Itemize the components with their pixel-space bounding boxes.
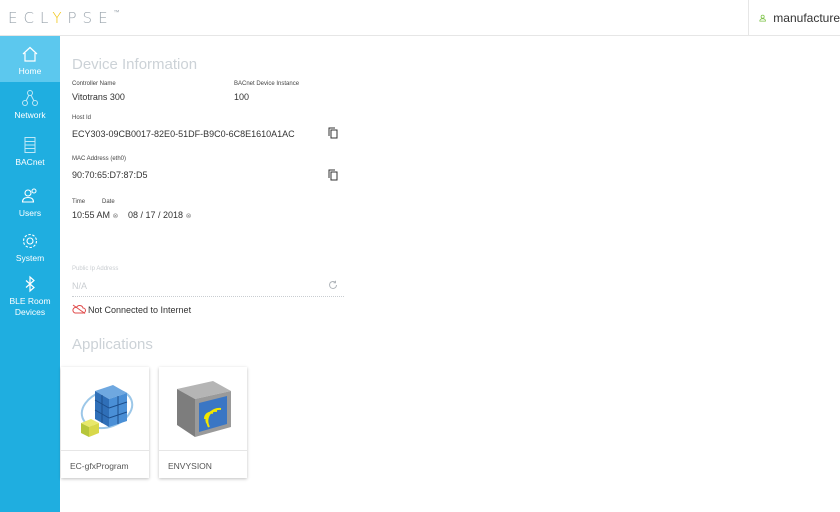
user-icon [759,14,766,22]
copy-host-id-icon[interactable] [328,127,338,139]
device-information-title: Device Information [72,56,198,73]
time-label: Time [72,199,86,205]
app-label: EC-gfxProgram [70,461,129,471]
sidebar-item-home[interactable]: Home [0,36,60,82]
date-label: Date [102,199,115,205]
bluetooth-icon [25,275,35,293]
host-id-value: ECY303-09CB0017-82E0-51DF-B9C0-6C8E1610A… [72,129,295,139]
clear-time-icon[interactable]: ⊗ [113,213,119,220]
envysion-logo-icon [177,381,231,437]
sidebar: Home Network BACnet Users System BLE Roo… [0,36,60,512]
eclypse-logo: ECLYPSE™ [8,9,120,27]
home-icon [22,46,38,62]
applications-title: Applications [72,336,153,353]
app-image [61,367,149,451]
mac-address-value: 90:70:65:D7:87:D5 [72,170,148,180]
app-label: ENVYSION [168,461,212,471]
user-name: manufacture [773,11,840,25]
sidebar-item-system[interactable]: System [0,232,60,263]
public-ip-label: Public Ip Address [72,266,119,272]
refresh-icon[interactable] [328,280,338,290]
date-field[interactable]: 08 / 17 / 2018 ⊗ [128,210,191,220]
time-field[interactable]: 10:55 AM ⊗ [72,210,118,220]
date-value: 08 / 17 / 2018 [128,210,184,220]
host-id-label: Host Id [72,115,92,121]
controller-name-value: Vitotrans 300 [72,92,125,102]
sidebar-item-ble-room-devices[interactable]: BLE Room Devices [0,275,60,317]
ec-gfxprogram-logo-icon [80,385,134,437]
user-menu[interactable]: manufacture [748,0,840,36]
bacnet-icon [24,137,36,153]
clear-date-icon[interactable]: ⊗ [186,213,192,220]
controller-name-label: Controller Name [72,81,116,87]
gear-icon [22,233,38,249]
app-card-ec-gfxprogram[interactable]: EC-gfxProgram [61,367,149,478]
public-ip-value: N/A [72,281,88,291]
bacnet-instance-value: 100 [234,92,250,102]
time-value: 10:55 AM [72,210,111,220]
app-image [159,367,247,451]
sidebar-item-bacnet[interactable]: BACnet [0,136,60,167]
app-card-envysion[interactable]: ENVYSION [159,367,247,478]
network-icon [22,90,38,106]
main-content: Device Information Controller Name Vitot… [60,36,840,512]
sidebar-item-users[interactable]: Users [0,187,60,218]
bacnet-instance-label: BACnet Device Instance [234,81,300,87]
mac-address-label: MAC Address (eth0) [72,156,127,162]
copy-mac-icon[interactable] [328,169,338,181]
internet-status: Not Connected to Internet [88,305,192,315]
top-bar: ECLYPSE™ manufacture [0,0,840,36]
users-icon [21,188,37,203]
divider [72,296,344,297]
sidebar-item-network[interactable]: Network [0,89,60,120]
cloud-off-icon [72,304,86,314]
